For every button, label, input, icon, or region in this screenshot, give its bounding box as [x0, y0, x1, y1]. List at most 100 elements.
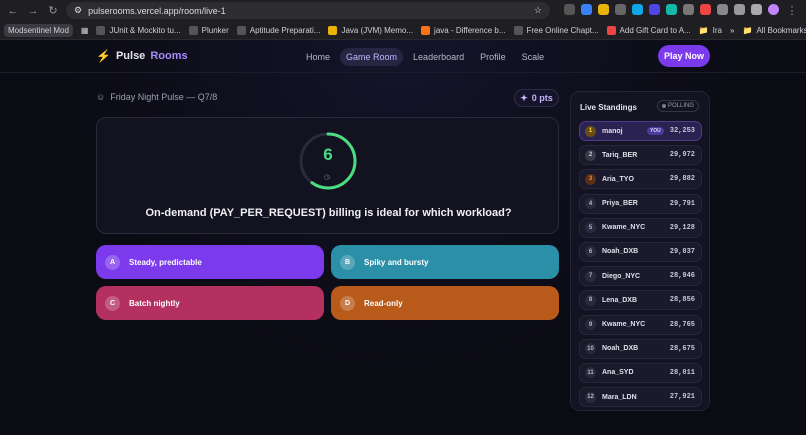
- nav-scale[interactable]: Scale: [516, 48, 551, 66]
- extension-icon[interactable]: [700, 3, 711, 15]
- rank-badge: 3: [585, 173, 596, 185]
- menu-icon[interactable]: ⋮: [785, 4, 799, 18]
- nav-home[interactable]: Home: [300, 48, 336, 66]
- bookmark-favicon-icon: [421, 25, 431, 35]
- browser-toolbar: ← → ↻ ⚙ pulserooms.vercel.app/room/live-…: [0, 0, 806, 21]
- live-standings-panel: Live Standings POLLING 1 manoj YOU 32,253 2 T…: [570, 91, 710, 411]
- bookmark-folder[interactable]: 📁 Ira: [699, 26, 722, 35]
- bookmark-favicon-icon: [328, 25, 338, 35]
- all-bookmarks[interactable]: 📁 All Bookmarks: [742, 26, 806, 35]
- player-name: Noah_DXB: [602, 345, 639, 353]
- answer-option-a[interactable]: A Steady, predictable: [96, 245, 324, 279]
- standings-row: 7 Diego_NYC 28,946: [579, 266, 702, 287]
- bookmark-item[interactable]: Aptitude Preparati...: [236, 25, 320, 35]
- player-score: 28,011: [669, 368, 695, 377]
- player-score: 32,253: [669, 127, 695, 135]
- bookmark-favicon-icon: [606, 25, 616, 35]
- standings-row: 6 Noah_DXB 29,037: [579, 241, 702, 262]
- player-score: 27,921: [669, 393, 695, 402]
- rank-badge: 5: [585, 222, 596, 234]
- bookmark-item[interactable]: Free Online Chapt...: [513, 25, 599, 35]
- nav-profile[interactable]: Profile: [474, 48, 512, 66]
- more-bookmarks-icon[interactable]: »: [730, 26, 734, 35]
- extensions-bar: ⋮: [564, 3, 799, 18]
- clock-icon: ◷: [324, 174, 331, 181]
- player-name: Tariq_BER: [602, 151, 638, 159]
- extension-icon[interactable]: [666, 3, 677, 15]
- nav-leaderboard[interactable]: Leaderboard: [407, 48, 470, 66]
- standings-row: 3 Aria_TYO 29,882: [579, 169, 702, 190]
- bookmark-item[interactable]: Add Gift Card to A...: [606, 25, 691, 35]
- rank-badge: 8: [585, 294, 596, 306]
- puzzle-icon[interactable]: [734, 3, 745, 15]
- standings-row: 2 Tariq_BER 29,972: [579, 145, 702, 166]
- extension-icon[interactable]: [683, 3, 694, 15]
- extension-icon[interactable]: [615, 3, 626, 15]
- bookmark-star-icon[interactable]: ☆: [534, 5, 542, 16]
- room-title: ☺ Friday Night Pulse — Q7/8: [96, 92, 218, 102]
- player-score: 29,972: [669, 151, 695, 160]
- forward-icon[interactable]: →: [26, 4, 40, 18]
- app-root: ⚡ Pulse Rooms Home Game Room Leaderboard…: [0, 40, 806, 435]
- logo[interactable]: ⚡ Pulse Rooms: [96, 49, 188, 63]
- rank-badge: 4: [585, 198, 596, 210]
- app-navbar: ⚡ Pulse Rooms Home Game Room Leaderboard…: [0, 40, 806, 73]
- player-name: Noah_DXB: [602, 248, 639, 256]
- users-icon: ☺: [96, 92, 106, 102]
- answer-option-c[interactable]: C Batch nightly: [96, 286, 324, 320]
- bookmark-item[interactable]: Modsentinel Mod: [4, 23, 73, 37]
- rank-badge: 6: [585, 246, 596, 258]
- standings-row: 11 Ana_SYD 28,011: [579, 362, 702, 383]
- folder-icon: 📁: [698, 25, 709, 35]
- bookmark-item[interactable]: java - Difference b...: [421, 25, 506, 35]
- apps-grid-icon[interactable]: ▦: [81, 26, 89, 35]
- player-name: Diego_NYC: [602, 272, 641, 280]
- player-name: Kwame_NYC: [602, 321, 646, 328]
- rank-badge: 11: [585, 367, 596, 379]
- bookmark-item[interactable]: Java (JVM) Memo...: [328, 25, 413, 35]
- player-name: Ana_SYD: [602, 369, 634, 377]
- player-name: Aria_TYO: [602, 175, 634, 183]
- extension-icon[interactable]: [717, 3, 728, 15]
- answer-text: Spiky and bursty: [364, 257, 429, 267]
- folder-icon: 📁: [742, 25, 753, 35]
- timer-seconds: 6: [323, 145, 333, 164]
- bookmark-favicon-icon: [236, 25, 246, 35]
- player-name: manoj: [602, 127, 623, 135]
- player-score: 28,856: [669, 296, 695, 305]
- profile-avatar-icon[interactable]: [768, 3, 779, 15]
- player-score: 28,946: [669, 272, 695, 281]
- question-text: On-demand (PAY_PER_REQUEST) billing is i…: [145, 207, 512, 219]
- standings-row: 9 Kwame_NYC 28,765: [579, 314, 702, 335]
- you-badge: YOU: [646, 127, 664, 135]
- extension-icon[interactable]: [598, 3, 609, 15]
- standings-title: Live Standings: [580, 103, 637, 112]
- answer-text: Batch nightly: [129, 298, 180, 308]
- bookmark-item[interactable]: Plunker: [188, 25, 229, 35]
- extension-icon[interactable]: [564, 3, 575, 15]
- answer-text: Steady, predictable: [129, 257, 202, 267]
- bolt-icon: ⚡: [96, 49, 111, 63]
- player-score: 29,037: [669, 247, 695, 256]
- answer-letter: A: [105, 254, 120, 270]
- nav-game-room[interactable]: Game Room: [340, 48, 404, 66]
- site-info-icon[interactable]: ⚙: [74, 5, 82, 16]
- back-icon[interactable]: ←: [6, 4, 20, 18]
- extension-icon[interactable]: [649, 3, 660, 15]
- rank-badge: 9: [585, 319, 596, 330]
- player-score: 29,791: [669, 199, 695, 208]
- player-name: Kwame_NYC: [602, 224, 646, 232]
- reload-icon[interactable]: ↻: [46, 4, 60, 18]
- status-dot-icon: [662, 104, 666, 108]
- answer-letter: C: [105, 295, 120, 311]
- rank-badge: 2: [585, 149, 596, 161]
- rank-badge: 7: [585, 270, 596, 282]
- extension-icon[interactable]: [632, 3, 643, 15]
- play-now-button[interactable]: Play Now: [658, 45, 710, 67]
- answer-option-b[interactable]: B Spiky and bursty: [331, 245, 559, 279]
- answer-option-d[interactable]: D Read-only: [331, 286, 559, 320]
- extension-icon[interactable]: [581, 3, 592, 15]
- sidebar-icon[interactable]: [751, 3, 762, 15]
- address-bar[interactable]: ⚙ pulserooms.vercel.app/room/live-1 ☆: [66, 2, 550, 19]
- bookmark-item[interactable]: JUnit & Mockito tu...: [96, 25, 181, 35]
